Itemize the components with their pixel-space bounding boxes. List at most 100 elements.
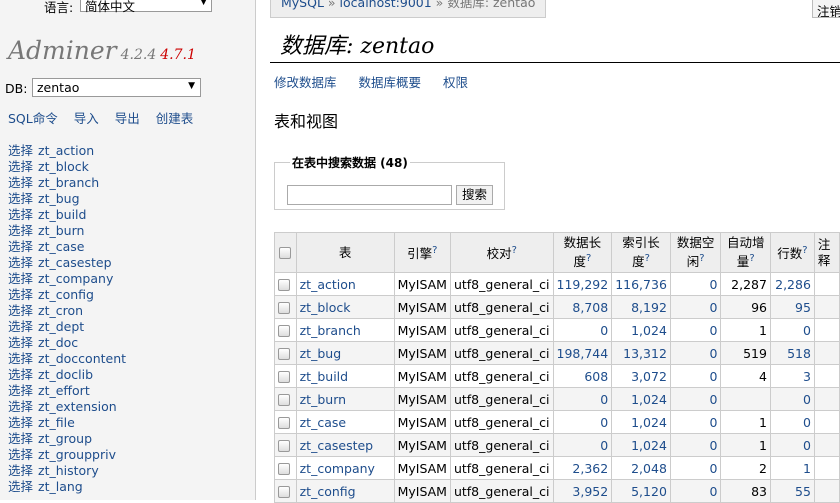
select-table-link[interactable]: 选择 (8, 271, 33, 286)
cell-rows-link[interactable]: 0 (803, 323, 811, 338)
cell-data-free-link[interactable]: 0 (710, 438, 718, 453)
table-structure-link[interactable]: zt_grouppriv (38, 447, 116, 462)
alter-database-link[interactable]: 修改数据库 (274, 75, 337, 90)
cell-index-length-link[interactable]: 1,024 (631, 415, 667, 430)
header-data-free[interactable]: 数据空 闲? (669, 232, 722, 273)
table-structure-link[interactable]: zt_config (38, 287, 94, 302)
new-version-link[interactable]: 4.7.1 (160, 47, 196, 63)
table-structure-link[interactable]: zt_doccontent (38, 351, 126, 366)
row-checkbox[interactable] (278, 302, 290, 314)
cell-rows-link[interactable]: 2,286 (775, 277, 811, 292)
row-checkbox[interactable] (278, 279, 290, 291)
cell-rows-link[interactable]: 95 (795, 300, 811, 315)
header-index-length[interactable]: 索引长 度? (611, 232, 671, 273)
select-table-link[interactable]: 选择 (8, 335, 33, 350)
select-table-link[interactable]: 选择 (8, 463, 33, 478)
help-icon[interactable]: ? (699, 253, 704, 264)
help-icon[interactable]: ? (586, 253, 591, 264)
cell-index-length-link[interactable]: 1,024 (631, 438, 667, 453)
select-table-link[interactable]: 选择 (8, 207, 33, 222)
cell-index-length-link[interactable]: 2,048 (631, 461, 667, 476)
table-structure-link[interactable]: zt_effort (38, 383, 90, 398)
select-table-link[interactable]: 选择 (8, 175, 33, 190)
select-table-link[interactable]: 选择 (8, 415, 33, 430)
header-auto-increment[interactable]: 自动增 量? (720, 232, 771, 273)
table-structure-link[interactable]: zt_cron (38, 303, 83, 318)
table-structure-link[interactable]: zt_action (38, 143, 94, 158)
language-select[interactable]: 简体中文 ▼ (80, 0, 212, 14)
import-link[interactable]: 导入 (74, 111, 99, 126)
select-table-link[interactable]: 选择 (8, 255, 33, 270)
cell-name-link[interactable]: zt_build (300, 369, 348, 384)
cell-index-length-link[interactable]: 1,024 (631, 323, 667, 338)
cell-data-free-link[interactable]: 0 (710, 461, 718, 476)
header-engine[interactable]: 引擎? (393, 232, 451, 273)
header-rows[interactable]: 行数? (769, 232, 815, 273)
adminer-logo[interactable]: Adminer 4.2.4 4.7.1 (8, 36, 196, 65)
table-structure-link[interactable]: zt_build (38, 207, 86, 222)
cell-index-length-link[interactable]: 13,312 (623, 346, 667, 361)
select-table-link[interactable]: 选择 (8, 319, 33, 334)
cell-data-length-link[interactable]: 0 (600, 392, 608, 407)
select-all-checkbox[interactable] (279, 247, 292, 259)
cell-data-length-link[interactable]: 3,952 (572, 484, 608, 499)
select-table-link[interactable]: 选择 (8, 159, 33, 174)
table-structure-link[interactable]: zt_casestep (38, 255, 112, 270)
cell-rows-link[interactable]: 1 (803, 461, 811, 476)
table-structure-link[interactable]: zt_file (38, 415, 75, 430)
sql-command-link[interactable]: SQL命令 (8, 111, 58, 126)
cell-rows-link[interactable]: 0 (803, 438, 811, 453)
help-icon[interactable]: ? (432, 245, 437, 256)
cell-data-free-link[interactable]: 0 (710, 277, 718, 292)
logout-button[interactable]: 注销 (812, 0, 840, 19)
row-checkbox[interactable] (278, 394, 290, 406)
table-structure-link[interactable]: zt_lang (38, 479, 83, 494)
search-button[interactable]: 搜索 (456, 185, 494, 205)
select-table-link[interactable]: 选择 (8, 287, 33, 302)
help-icon[interactable]: ? (749, 253, 754, 264)
help-icon[interactable]: ? (512, 245, 517, 256)
row-checkbox[interactable] (278, 371, 290, 383)
cell-data-length-link[interactable]: 0 (600, 438, 608, 453)
select-table-link[interactable]: 选择 (8, 143, 33, 158)
row-checkbox[interactable] (278, 325, 290, 337)
cell-data-length-link[interactable]: 608 (584, 369, 608, 384)
table-structure-link[interactable]: zt_block (38, 159, 89, 174)
cell-index-length-link[interactable]: 5,120 (631, 484, 667, 499)
cell-index-length-link[interactable]: 3,072 (631, 369, 667, 384)
table-structure-link[interactable]: zt_doc (38, 335, 78, 350)
cell-rows-link[interactable]: 518 (787, 346, 811, 361)
table-structure-link[interactable]: zt_doclib (38, 367, 93, 382)
cell-rows-link[interactable]: 0 (803, 392, 811, 407)
search-input[interactable] (287, 185, 452, 205)
cell-data-length-link[interactable]: 0 (600, 415, 608, 430)
table-structure-link[interactable]: zt_extension (38, 399, 117, 414)
select-table-link[interactable]: 选择 (8, 447, 33, 462)
select-table-link[interactable]: 选择 (8, 351, 33, 366)
cell-data-free-link[interactable]: 0 (710, 484, 718, 499)
cell-name-link[interactable]: zt_burn (300, 392, 346, 407)
breadcrumb-mysql[interactable]: MySQL (281, 0, 324, 10)
cell-data-length-link[interactable]: 0 (600, 323, 608, 338)
breadcrumb-host[interactable]: localhost:9001 (340, 0, 432, 10)
cell-rows-link[interactable]: 55 (795, 484, 811, 499)
row-checkbox[interactable] (278, 463, 290, 475)
cell-name-link[interactable]: zt_block (300, 300, 351, 315)
help-icon[interactable]: ? (645, 253, 650, 264)
cell-rows-link[interactable]: 0 (803, 415, 811, 430)
db-select[interactable]: zentao ▼ (32, 78, 201, 97)
header-collation[interactable]: 校对? (449, 232, 554, 273)
cell-data-length-link[interactable]: 8,708 (572, 300, 608, 315)
cell-name-link[interactable]: zt_config (300, 484, 356, 499)
privileges-link[interactable]: 权限 (443, 75, 468, 90)
row-checkbox[interactable] (278, 440, 290, 452)
header-data-length[interactable]: 数据长 度? (552, 232, 613, 273)
cell-data-free-link[interactable]: 0 (710, 369, 718, 384)
cell-name-link[interactable]: zt_case (300, 415, 346, 430)
select-table-link[interactable]: 选择 (8, 479, 33, 494)
select-table-link[interactable]: 选择 (8, 303, 33, 318)
cell-data-length-link[interactable]: 119,292 (557, 277, 609, 292)
select-table-link[interactable]: 选择 (8, 191, 33, 206)
cell-index-length-link[interactable]: 116,736 (615, 277, 667, 292)
help-icon[interactable]: ? (802, 245, 807, 256)
